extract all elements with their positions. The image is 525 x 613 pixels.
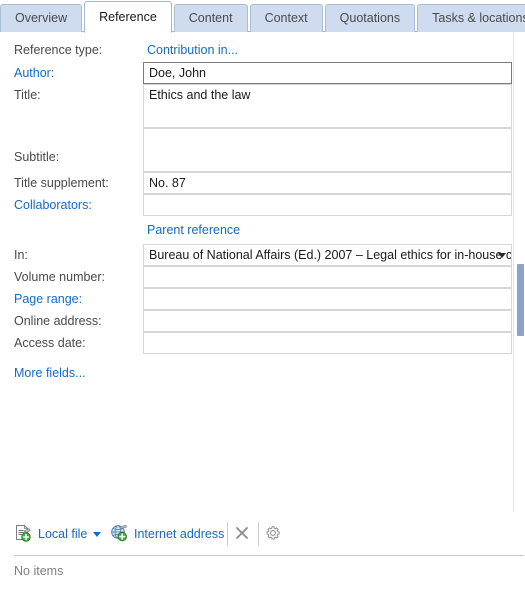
field-row-online-address: Online address: bbox=[0, 310, 513, 332]
toolbar-separator-1 bbox=[227, 522, 228, 546]
attachment-list: No items bbox=[0, 556, 525, 613]
in-label: In: bbox=[14, 248, 28, 262]
field-row-author: Author: Doe, John bbox=[0, 62, 513, 84]
field-row-parent-reference: Parent reference bbox=[0, 222, 513, 240]
vertical-scrollbar-thumb[interactable] bbox=[517, 264, 524, 336]
field-row-access-date: Access date: bbox=[0, 332, 513, 354]
subtitle-input[interactable] bbox=[143, 128, 512, 172]
tab-tasks-locations[interactable]: Tasks & locations bbox=[417, 4, 525, 32]
tab-overview[interactable]: Overview bbox=[0, 4, 83, 32]
access-date-label: Access date: bbox=[14, 336, 86, 350]
title-input[interactable]: Ethics and the law bbox=[143, 84, 512, 128]
online-address-label: Online address: bbox=[14, 314, 102, 328]
field-row-collaborators: Collaborators: bbox=[0, 194, 513, 216]
volume-number-label: Volume number: bbox=[14, 270, 106, 284]
field-row-in: In: Bureau of National Affairs (Ed.) 200… bbox=[0, 244, 513, 266]
attachment-settings-button[interactable] bbox=[260, 522, 286, 546]
attachment-toolbar: Local file Internet address bbox=[0, 512, 525, 556]
document-add-icon bbox=[14, 524, 32, 545]
reference-type-value-link[interactable]: Contribution in... bbox=[147, 42, 238, 58]
author-label-link[interactable]: Author: bbox=[14, 65, 54, 81]
tab-reference[interactable]: Reference bbox=[84, 1, 172, 33]
author-input[interactable]: Doe, John bbox=[143, 62, 512, 84]
reference-type-label: Reference type: bbox=[14, 43, 103, 57]
field-row-page-range: Page range: bbox=[0, 288, 513, 310]
volume-number-input[interactable] bbox=[143, 266, 512, 288]
local-file-label: Local file bbox=[38, 527, 88, 541]
reference-form-panel: Reference type: Contribution in... Autho… bbox=[0, 32, 513, 512]
field-row-title-supplement: Title supplement: No. 87 bbox=[0, 172, 513, 194]
tab-quotations[interactable]: Quotations bbox=[324, 4, 416, 32]
local-file-button[interactable]: Local file bbox=[14, 522, 102, 546]
more-fields-link[interactable]: More fields... bbox=[14, 365, 86, 381]
field-row-reference-type: Reference type: Contribution in... bbox=[0, 42, 513, 60]
title-supplement-input[interactable]: No. 87 bbox=[143, 172, 512, 194]
globe-add-icon bbox=[110, 524, 128, 545]
in-combobox[interactable]: Bureau of National Affairs (Ed.) 2007 – … bbox=[143, 244, 512, 266]
tab-context[interactable]: Context bbox=[249, 4, 323, 32]
internet-address-button[interactable]: Internet address bbox=[110, 522, 224, 546]
delete-attachment-button[interactable] bbox=[229, 522, 255, 546]
access-date-input[interactable] bbox=[143, 332, 512, 354]
online-address-input[interactable] bbox=[143, 310, 512, 332]
attachment-list-empty-text: No items bbox=[14, 564, 64, 578]
collaborators-input[interactable] bbox=[143, 194, 512, 216]
field-row-volume-number: Volume number: bbox=[0, 266, 513, 288]
field-row-title: Title: Ethics and the law bbox=[0, 84, 513, 128]
tab-content[interactable]: Content bbox=[173, 4, 248, 32]
collaborators-label-link[interactable]: Collaborators: bbox=[14, 197, 92, 213]
field-row-subtitle: Subtitle: bbox=[0, 128, 513, 172]
toolbar-separator-2 bbox=[258, 522, 259, 546]
page-range-label-link[interactable]: Page range: bbox=[14, 291, 82, 307]
tab-bar: Overview Reference Content Context Quota… bbox=[0, 0, 525, 33]
in-combobox-value: Bureau of National Affairs (Ed.) 2007 – … bbox=[149, 248, 512, 262]
title-supplement-label: Title supplement: bbox=[14, 176, 109, 190]
internet-address-label: Internet address bbox=[134, 527, 225, 541]
title-label: Title: bbox=[14, 88, 41, 102]
subtitle-label: Subtitle: bbox=[14, 150, 60, 164]
page-range-input[interactable] bbox=[143, 288, 512, 310]
gear-icon bbox=[265, 525, 281, 544]
vertical-scrollbar[interactable] bbox=[513, 32, 525, 512]
chevron-down-icon[interactable] bbox=[93, 531, 102, 537]
parent-reference-link[interactable]: Parent reference bbox=[147, 222, 240, 238]
reference-editor-window: Overview Reference Content Context Quota… bbox=[0, 0, 525, 613]
close-icon bbox=[234, 525, 250, 544]
